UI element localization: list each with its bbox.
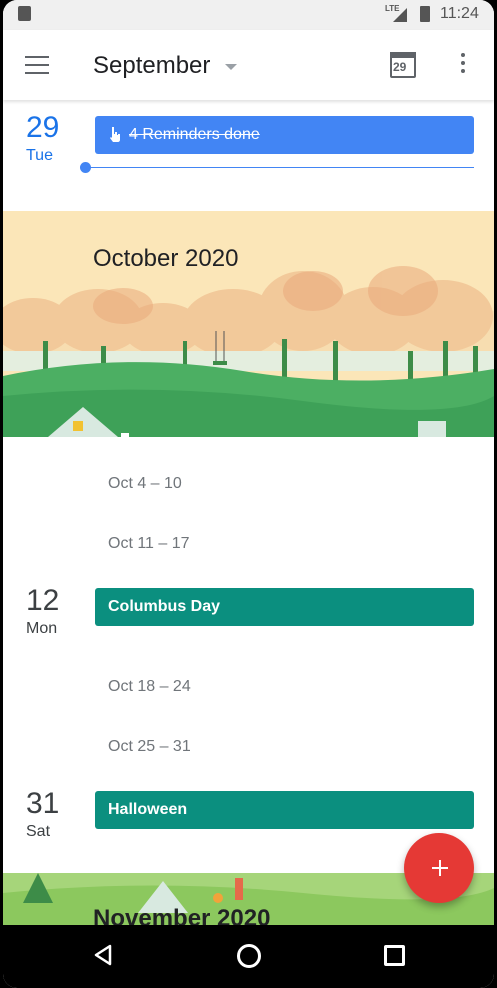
week-range-label: Oct 11 – 17 <box>108 535 190 552</box>
autumn-park-illustration <box>3 211 494 437</box>
dropdown-caret-icon[interactable] <box>225 64 237 70</box>
month-title[interactable]: September <box>93 52 210 80</box>
calendar-app-screen: LTE 11:24 September 29 29 Tue 4 Reminder… <box>3 0 494 988</box>
battery-icon <box>420 6 430 22</box>
app-bar: September 29 <box>3 30 494 100</box>
event-label: Halloween <box>108 801 188 818</box>
month-banner-label: November 2020 <box>93 905 271 925</box>
october-banner: October 2020 <box>3 211 494 437</box>
day-number[interactable]: 12 <box>26 584 59 618</box>
back-icon[interactable] <box>93 944 113 966</box>
hamburger-menu-icon[interactable] <box>25 56 49 74</box>
recent-apps-icon[interactable] <box>384 945 405 966</box>
week-range-label: Oct 18 – 24 <box>108 678 191 695</box>
current-time-line <box>86 167 474 168</box>
week-range-label: Oct 4 – 10 <box>108 475 182 492</box>
day-number[interactable]: 31 <box>26 787 59 821</box>
current-time-dot <box>80 162 91 173</box>
day-name: Mon <box>26 620 58 637</box>
day-name: Tue <box>26 147 53 164</box>
system-navigation-bar <box>3 925 494 988</box>
more-vert-icon[interactable] <box>461 53 467 75</box>
today-icon-date: 29 <box>393 60 407 74</box>
halloween-event-chip[interactable]: Halloween <box>95 791 474 829</box>
columbus-day-event-chip[interactable]: Columbus Day <box>95 588 474 626</box>
sim-card-icon <box>18 6 31 21</box>
month-banner-label: October 2020 <box>93 245 239 272</box>
status-bar: LTE 11:24 <box>3 0 494 30</box>
event-label: 4 Reminders done <box>129 126 260 143</box>
status-time: 11:24 <box>440 5 479 22</box>
day-name: Sat <box>26 823 51 840</box>
day-number[interactable]: 29 <box>26 111 59 145</box>
today-calendar-icon[interactable]: 29 <box>390 49 416 78</box>
event-label: Columbus Day <box>108 598 221 615</box>
home-icon[interactable] <box>237 944 261 968</box>
week-range-label: Oct 25 – 31 <box>108 738 191 755</box>
signal-icon <box>393 8 407 22</box>
reminders-event-chip[interactable]: 4 Reminders done <box>95 116 474 154</box>
reminder-hand-icon <box>110 127 120 142</box>
create-event-fab[interactable] <box>404 833 474 903</box>
